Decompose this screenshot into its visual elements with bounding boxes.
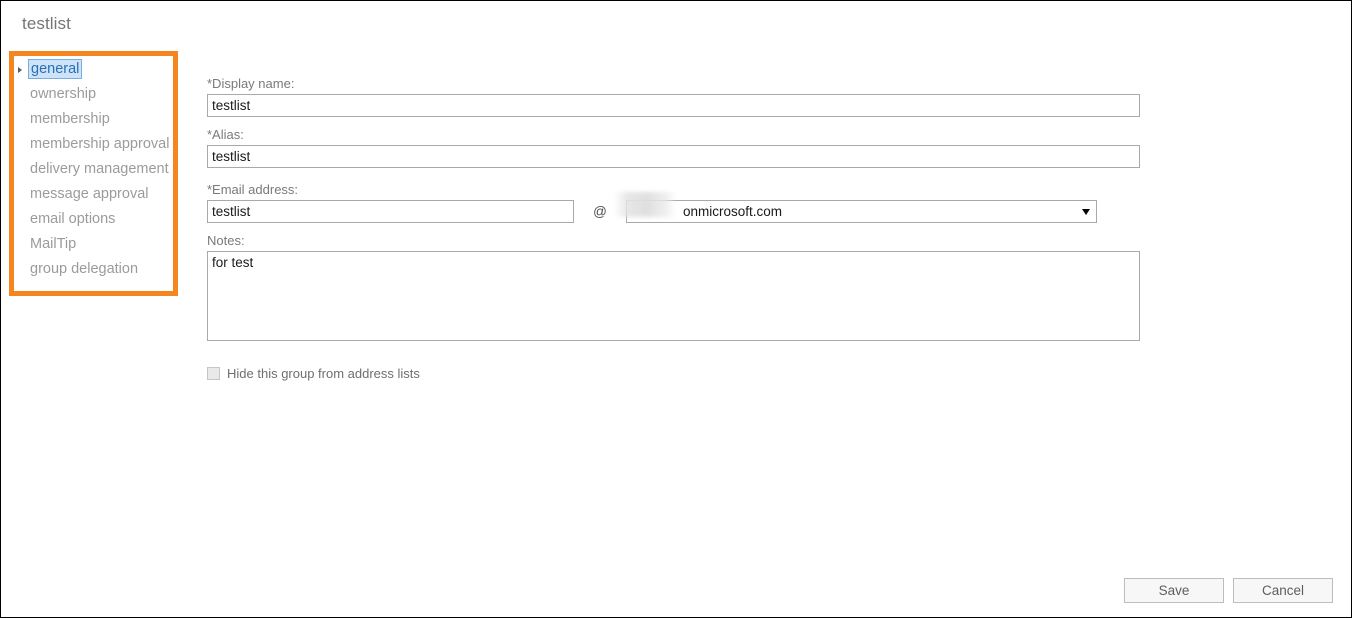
general-settings-form: *Display name: *Alias: *Email address: @…	[207, 75, 1145, 381]
hide-group-row: Hide this group from address lists	[207, 366, 1145, 381]
hide-group-label: Hide this group from address lists	[227, 366, 420, 381]
sidebar-item-general[interactable]: general	[16, 57, 172, 82]
alias-input[interactable]	[207, 145, 1140, 168]
cancel-button[interactable]: Cancel	[1233, 578, 1333, 603]
sidebar-item-label: membership	[30, 111, 110, 127]
sidebar-item-label: group delegation	[30, 261, 139, 277]
sidebar-item-label: delivery management	[30, 161, 169, 177]
sidebar-item-membership[interactable]: membership	[16, 107, 172, 132]
display-name-input[interactable]	[207, 94, 1140, 117]
sidebar-item-delivery-management[interactable]: delivery management	[16, 157, 172, 182]
sidebar-item-mailtip[interactable]: MailTip	[16, 232, 172, 257]
sidebar-item-ownership[interactable]: ownership	[16, 82, 172, 107]
sidebar-item-group-delegation[interactable]: group delegation	[16, 257, 172, 282]
email-local-part-input[interactable]	[207, 200, 574, 223]
sidebar-item-label: ownership	[30, 86, 97, 102]
sidebar-item-label: email options	[30, 211, 116, 227]
notes-label: Notes:	[207, 233, 245, 248]
sidebar-item-label: membership approval	[30, 136, 170, 152]
sidebar-item-label: message approval	[30, 186, 149, 202]
sidebar-item-email-options[interactable]: email options	[16, 207, 172, 232]
alias-label: *Alias:	[207, 127, 244, 142]
sidebar-item-label: general	[28, 59, 83, 79]
notes-textarea[interactable]: for test	[207, 251, 1140, 341]
email-address-row: @ onmicrosoft.com	[207, 192, 1145, 223]
group-properties-page: testlist general ownership membership me…	[0, 0, 1352, 618]
sidebar-item-membership-approval[interactable]: membership approval	[16, 132, 172, 157]
email-address-label: *Email address:	[207, 182, 299, 197]
hide-group-checkbox[interactable]	[207, 367, 220, 380]
footer-actions: Save Cancel	[1124, 578, 1333, 603]
sidebar-item-label: MailTip	[30, 236, 77, 252]
save-button[interactable]: Save	[1124, 578, 1224, 603]
email-domain-dropdown[interactable]: onmicrosoft.com	[614, 192, 1097, 223]
sidebar-item-message-approval[interactable]: message approval	[16, 182, 172, 207]
page-title: testlist	[22, 14, 71, 33]
at-symbol: @	[593, 204, 607, 219]
email-domain-text: onmicrosoft.com	[683, 204, 783, 219]
triangle-right-icon	[18, 66, 22, 73]
sidebar-nav: general ownership membership membership …	[16, 57, 172, 282]
display-name-label: *Display name:	[207, 76, 295, 91]
email-domain-select-value[interactable]: onmicrosoft.com	[626, 200, 1097, 223]
